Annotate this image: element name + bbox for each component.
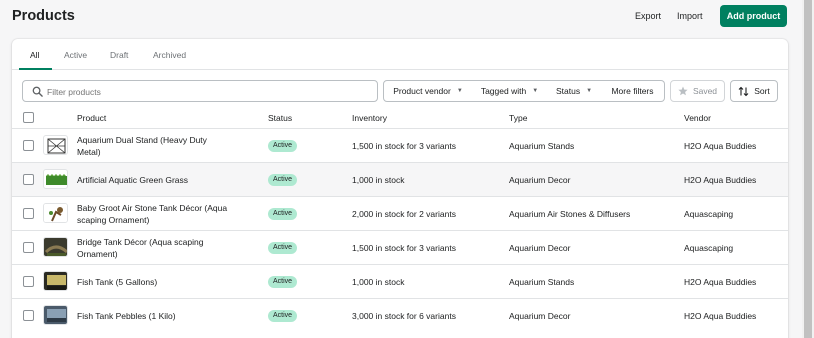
inventory-cell: 1,000 in stock [352,277,405,287]
table-row[interactable]: Aquarium Dual Stand (Heavy Duty Metal) A… [12,128,788,162]
active-tab-indicator [19,68,52,70]
saved-label: Saved [692,86,718,96]
page-header: Products Export Import Add product [0,0,800,34]
inventory-cell: 1,500 in stock for 3 variants [352,141,456,151]
page-title: Products [12,8,75,24]
vendor-cell: Aquascaping [684,243,734,253]
tab-active[interactable]: Active [64,50,87,60]
product-vendor-filter[interactable]: Product vendor ▼ [383,80,473,102]
vendor-cell: H2O Aqua Buddies [684,311,757,321]
pebbles-icon [43,305,68,325]
status-filter[interactable]: Status ▼ [547,80,602,102]
inventory-cell: 3,000 in stock for 6 variants [352,311,456,321]
sort-icon [738,86,749,96]
caret-down-icon: ▼ [586,88,593,94]
inventory-cell: 2,000 in stock for 2 variants [352,209,456,219]
saved-button: Saved [670,80,725,102]
column-header-inventory: Inventory [352,113,387,123]
column-header-type: Type [509,113,528,123]
vendor-cell: H2O Aqua Buddies [684,277,757,287]
tab-archived[interactable]: Archived [153,50,186,60]
table-row[interactable]: Fish Tank (5 Gallons) Active 1,000 in st… [12,264,788,298]
product-name-line-2: Metal) [77,147,101,157]
sort-button[interactable]: Sort [730,80,778,102]
product-vendor-label: Product vendor [393,86,451,96]
product-name-link[interactable]: Fish Tank (5 Gallons) [77,276,157,288]
status-filter-label: Status [555,86,581,96]
product-name-line-1: Artificial Aquatic Green Grass [77,175,189,185]
sort-label: Sort [754,86,770,96]
stand-icon [43,135,68,155]
table-row[interactable]: Fish Tank Pebbles (1 Kilo) Active 3,000 … [12,298,788,332]
product-name-line-1: Fish Tank (5 Gallons) [77,277,158,287]
select-all-checkbox[interactable] [23,112,34,123]
products-card: All Active Draft Archived Product vendor… [12,39,788,338]
column-header-vendor: Vendor [684,113,711,123]
column-header-status: Status [268,113,293,123]
product-name-link[interactable]: Bridge Tank Décor (Aqua scaping Ornament… [77,236,203,260]
import-button[interactable]: Import [677,11,703,21]
product-name-link[interactable]: Fish Tank Pebbles (1 Kilo) [77,310,176,322]
type-cell: Aquarium Stands [509,141,575,151]
vendor-cell: Aquascaping [684,209,734,219]
tab-draft[interactable]: Draft [110,50,128,60]
tab-bar: All Active Draft Archived [12,39,788,70]
status-badge: Active [268,276,298,288]
type-cell: Aquarium Decor [509,311,571,321]
type-cell: Aquarium Stands [509,277,575,287]
type-cell: Aquarium Air Stones & Diffusers [509,209,631,219]
product-name-line-1: Baby Groot Air Stone Tank Décor (Aqua [77,203,228,213]
status-badge: Active [268,140,298,152]
product-name-link[interactable]: Artificial Aquatic Green Grass [77,174,188,186]
table-row[interactable]: Bridge Tank Décor (Aqua scaping Ornament… [12,230,788,264]
table-row[interactable]: Artificial Aquatic Green Grass Active 1,… [12,162,788,196]
search-input[interactable] [47,84,367,99]
status-badge: Active [268,208,298,220]
add-product-button[interactable]: Add product [720,5,787,27]
row-checkbox[interactable] [23,310,34,321]
status-badge: Active [268,174,298,186]
tagged-with-filter[interactable]: Tagged with ▼ [472,80,548,102]
column-header-product: Product [77,113,107,123]
tagged-with-label: Tagged with [480,86,527,96]
groot-icon [43,203,68,223]
type-cell: Aquarium Decor [509,175,571,185]
grass-icon [43,169,68,189]
star-icon [678,86,688,96]
type-cell: Aquarium Decor [509,243,571,253]
row-checkbox[interactable] [23,276,34,287]
tab-all[interactable]: All [30,50,39,60]
product-name-line-1: Fish Tank Pebbles (1 Kilo) [77,311,176,321]
row-checkbox[interactable] [23,140,34,151]
product-name-line-1: Aquarium Dual Stand (Heavy Duty [77,135,207,145]
vendor-cell: H2O Aqua Buddies [684,175,757,185]
bridge-icon [43,237,68,257]
inventory-cell: 1,000 in stock [352,175,405,185]
scrollbar-thumb[interactable] [804,0,812,338]
vendor-cell: H2O Aqua Buddies [684,141,757,151]
status-badge: Active [268,310,298,322]
caret-down-icon: ▼ [532,88,539,94]
more-filters-button[interactable]: More filters [601,80,665,102]
row-checkbox[interactable] [23,242,34,253]
caret-down-icon: ▼ [456,88,463,94]
product-name-line-2: scaping Ornament) [77,215,150,225]
row-checkbox[interactable] [23,174,34,185]
inventory-cell: 1,500 in stock for 3 variants [352,243,456,253]
export-button[interactable]: Export [635,11,661,21]
filter-products-field[interactable] [22,80,378,102]
product-name-line-2: Ornament) [77,249,118,259]
product-name-link[interactable]: Aquarium Dual Stand (Heavy Duty Metal) [77,134,207,158]
products-page: Products Export Import Add product All A… [0,0,814,338]
tank-icon [43,271,68,291]
row-checkbox[interactable] [23,208,34,219]
search-icon [32,86,43,97]
product-name-link[interactable]: Baby Groot Air Stone Tank Décor (Aqua sc… [77,202,227,226]
table-row[interactable]: Baby Groot Air Stone Tank Décor (Aqua sc… [12,196,788,230]
status-badge: Active [268,242,298,254]
product-name-line-1: Bridge Tank Décor (Aqua scaping [77,237,204,247]
